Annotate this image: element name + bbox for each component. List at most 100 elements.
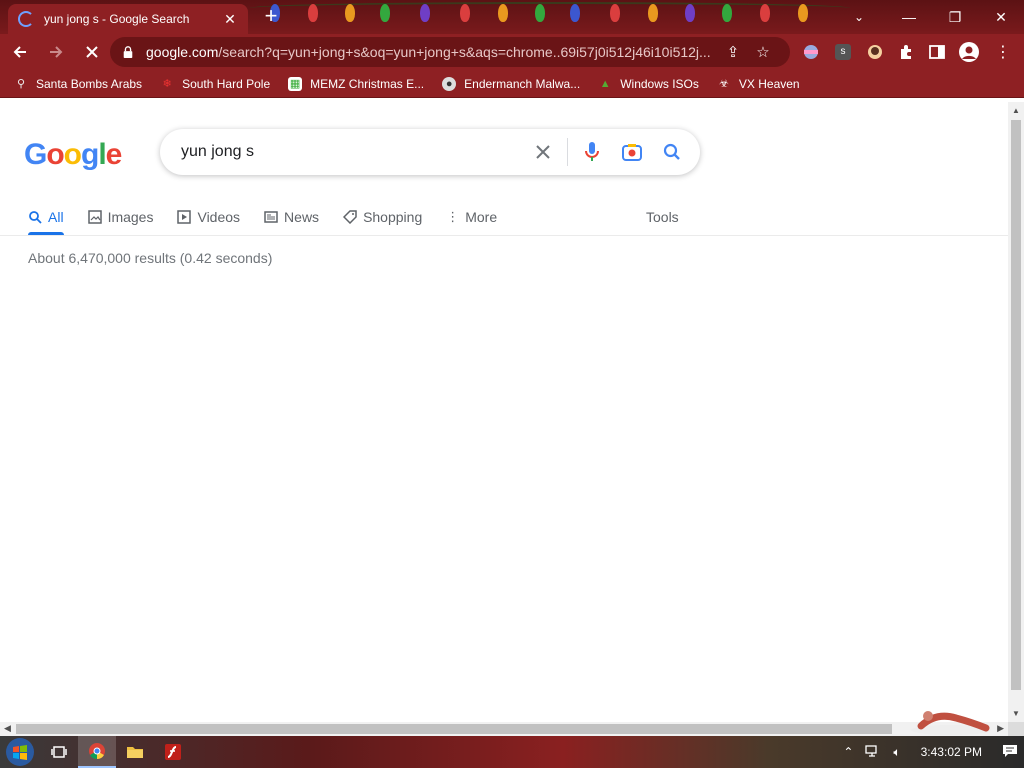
close-window-button[interactable]: ✕ bbox=[978, 0, 1024, 34]
volume-icon[interactable]: 🔈︎ bbox=[893, 745, 900, 760]
raccoon-icon: ● bbox=[442, 76, 457, 91]
extension-flag-icon[interactable] bbox=[800, 41, 822, 63]
taskbar: ⌃ 🔈︎ 3:43:02 PM bbox=[0, 736, 1024, 768]
vertical-scrollbar[interactable]: ▲ ▼ bbox=[1008, 102, 1024, 722]
notifications-icon[interactable] bbox=[1002, 744, 1018, 761]
tab-close-icon[interactable]: ✕ bbox=[222, 11, 238, 28]
scroll-down-arrow-icon[interactable]: ▼ bbox=[1012, 709, 1020, 718]
bookmark-item[interactable]: ❄ South Hard Pole bbox=[160, 77, 270, 91]
windows-logo-icon bbox=[6, 738, 34, 766]
logo-letter: l bbox=[98, 138, 106, 171]
result-stats: About 6,470,000 results (0.42 seconds) bbox=[28, 250, 273, 266]
camera-lens-icon bbox=[622, 144, 642, 161]
figure-icon: ⚲ bbox=[16, 77, 26, 90]
extension-avatar-icon[interactable] bbox=[864, 41, 886, 63]
tools-button[interactable]: Tools bbox=[646, 202, 679, 232]
network-icon[interactable] bbox=[865, 744, 881, 761]
tab-label: Videos bbox=[197, 209, 241, 225]
arrow-left-icon bbox=[13, 46, 26, 58]
restore-button[interactable]: ❐ bbox=[932, 0, 978, 34]
scrollbar-thumb[interactable] bbox=[16, 724, 892, 734]
bookmark-item[interactable]: ● Endermanch Malwa... bbox=[442, 76, 581, 91]
bookmark-item[interactable]: ▦ MEMZ Christmas E... bbox=[288, 76, 425, 91]
scroll-up-arrow-icon[interactable]: ▲ bbox=[1012, 106, 1020, 115]
bookmark-label: South Hard Pole bbox=[182, 76, 271, 91]
close-icon bbox=[536, 145, 550, 159]
tab-all[interactable]: All bbox=[28, 202, 64, 235]
tab-title: yun jong s - Google Search bbox=[44, 12, 190, 26]
stop-loading-button[interactable] bbox=[76, 36, 108, 68]
new-tab-button[interactable]: + bbox=[258, 4, 284, 30]
more-vert-icon: ⋮ bbox=[446, 209, 460, 224]
bookmark-item[interactable]: ▲ Windows ISOs bbox=[598, 77, 699, 91]
flash-icon bbox=[165, 744, 181, 760]
logo-letter: o bbox=[46, 138, 64, 171]
google-logo[interactable]: Google bbox=[24, 138, 122, 172]
lock-icon[interactable] bbox=[122, 46, 134, 58]
bookmark-star-icon[interactable]: ☆ bbox=[748, 43, 778, 61]
christmas-lights-decoration bbox=[250, 0, 850, 34]
forward-button[interactable] bbox=[40, 36, 72, 68]
tab-search-button[interactable]: ⌄ bbox=[844, 0, 874, 34]
share-icon[interactable]: ⇪ bbox=[718, 43, 748, 61]
search-icon bbox=[29, 211, 42, 224]
url-path: /search?q=yun+jong+s&oq=yun+jong+s&aqs=c… bbox=[218, 44, 711, 60]
bookmark-label: Windows ISOs bbox=[620, 76, 699, 91]
tab-label: Shopping bbox=[363, 209, 423, 225]
search-results-page: Google All Images Videos bbox=[0, 102, 1008, 722]
search-submit-button[interactable] bbox=[652, 132, 692, 172]
scrollbar-corner bbox=[1008, 722, 1024, 736]
task-view-button[interactable] bbox=[40, 736, 78, 768]
newspaper-icon bbox=[264, 211, 278, 223]
taskbar-flash[interactable] bbox=[154, 736, 192, 768]
tab-label: More bbox=[465, 209, 498, 225]
taskbar-file-explorer[interactable] bbox=[116, 736, 154, 768]
browser-tab-active[interactable]: yun jong s - Google Search ✕ bbox=[8, 4, 248, 34]
system-tray: ⌃ 🔈︎ 3:43:02 PM bbox=[837, 736, 1024, 768]
side-panel-icon[interactable] bbox=[926, 41, 948, 63]
horizontal-scrollbar[interactable]: ◀ ▶ bbox=[0, 722, 1008, 736]
scroll-left-arrow-icon[interactable]: ◀ bbox=[4, 723, 11, 734]
back-button[interactable] bbox=[4, 36, 36, 68]
search-input[interactable] bbox=[181, 143, 523, 161]
bookmark-label: VX Heaven bbox=[738, 76, 800, 91]
tab-images[interactable]: Images bbox=[87, 202, 154, 232]
logo-letter: o bbox=[63, 138, 82, 171]
folder-icon bbox=[127, 747, 143, 758]
taskbar-chrome[interactable] bbox=[78, 736, 116, 768]
image-search-button[interactable] bbox=[612, 132, 652, 172]
clear-search-button[interactable] bbox=[523, 132, 563, 172]
url-text[interactable]: google.com/search?q=yun+jong+s&oq=yun+jo… bbox=[146, 44, 718, 60]
image-icon: ▦ bbox=[288, 76, 303, 91]
logo-letter: g bbox=[81, 138, 99, 171]
loading-spinner-icon bbox=[18, 11, 34, 27]
tab-label: News bbox=[284, 209, 320, 225]
bookmark-label: Santa Bombs Arabs bbox=[36, 76, 143, 91]
url-host: google.com bbox=[146, 44, 219, 60]
chevron-up-icon[interactable]: ⌃ bbox=[843, 745, 853, 759]
address-bar[interactable]: google.com/search?q=yun+jong+s&oq=yun+jo… bbox=[110, 37, 790, 67]
search-type-tabs: All Images Videos News Shopping ⋮ More bbox=[28, 202, 521, 235]
scroll-right-arrow-icon[interactable]: ▶ bbox=[997, 723, 1004, 734]
tab-videos[interactable]: Videos bbox=[177, 202, 240, 232]
tab-label: Images bbox=[107, 209, 154, 225]
tab-shopping[interactable]: Shopping bbox=[343, 202, 422, 232]
bookmark-item[interactable]: ⚲ Santa Bombs Arabs bbox=[14, 77, 142, 91]
start-button[interactable] bbox=[0, 736, 40, 768]
chrome-menu-icon[interactable]: ⋮ bbox=[992, 41, 1014, 63]
minimize-button[interactable]: — bbox=[886, 0, 932, 34]
bookmark-label: MEMZ Christmas E... bbox=[310, 76, 425, 91]
profile-avatar-icon[interactable] bbox=[958, 41, 980, 63]
tab-more[interactable]: ⋮ More bbox=[446, 202, 497, 232]
clock[interactable]: 3:43:02 PM bbox=[921, 745, 982, 759]
bookmark-item[interactable]: ☣ VX Heaven bbox=[717, 77, 800, 91]
scrollbar-thumb[interactable] bbox=[1011, 120, 1021, 690]
tab-news[interactable]: News bbox=[264, 202, 319, 232]
extension-s-icon[interactable]: s bbox=[832, 41, 854, 63]
chrome-icon bbox=[89, 743, 105, 760]
extensions-puzzle-icon[interactable] bbox=[895, 41, 917, 63]
tab-label: All bbox=[48, 209, 64, 225]
voice-search-button[interactable] bbox=[572, 132, 612, 172]
bookmark-label: Endermanch Malwa... bbox=[464, 76, 581, 91]
microphone-icon bbox=[585, 142, 599, 161]
